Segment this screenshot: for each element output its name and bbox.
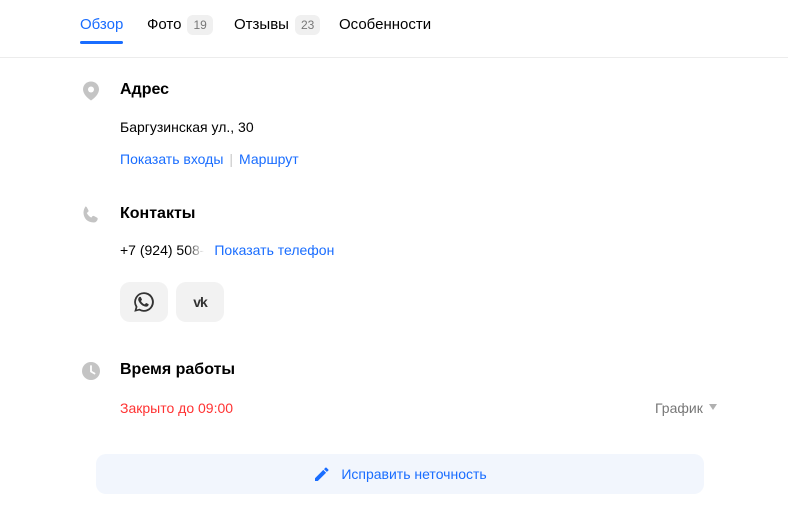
tab-reviews[interactable]: Отзывы 23: [234, 15, 321, 45]
tab-features-label: Особенности: [339, 16, 432, 34]
phone-row: +7 (924) 508- Показать телефон: [120, 241, 334, 259]
tab-features[interactable]: Особенности: [339, 15, 431, 45]
chevron-down-icon: [708, 404, 717, 410]
address-value: Баргузинская ул., 30: [120, 119, 254, 135]
hours-status: Закрыто до 09:00: [120, 400, 234, 416]
phone-number-partial: +7 (924) 508-: [120, 241, 205, 259]
location-pin-icon: [83, 81, 99, 101]
whatsapp-button[interactable]: [120, 282, 168, 322]
tab-overview[interactable]: Обзор: [80, 15, 124, 45]
tab-photos-label: Фото: [147, 16, 182, 34]
vk-icon: vk: [193, 294, 208, 310]
address-links: Показать входы | Маршрут: [120, 150, 299, 168]
tab-photos-count: 19: [187, 15, 213, 36]
schedule-dropdown[interactable]: График: [655, 399, 717, 417]
clock-icon: [82, 362, 100, 380]
fix-inaccuracy-button[interactable]: Исправить неточность: [96, 454, 704, 494]
tab-photos[interactable]: Фото 19: [147, 15, 213, 45]
show-entrances-link[interactable]: Показать входы: [120, 151, 223, 167]
contacts-title: Контакты: [120, 205, 196, 222]
address-title: Адрес: [120, 81, 170, 98]
vk-button[interactable]: vk: [176, 282, 224, 322]
pencil-icon: [315, 467, 329, 481]
tab-reviews-count: 23: [294, 15, 321, 36]
tab-bar: Обзор Фото 19 Отзывы 23 Особенности: [0, 0, 788, 58]
fix-inaccuracy-label: Исправить неточность: [341, 466, 487, 482]
hours-title: Время работы: [120, 361, 236, 378]
phone-icon: [83, 206, 98, 223]
whatsapp-icon: [134, 292, 154, 312]
tab-overview-label: Обзор: [80, 16, 124, 34]
tab-reviews-label: Отзывы: [234, 16, 289, 34]
show-phone-link[interactable]: Показать телефон: [214, 242, 334, 258]
route-link[interactable]: Маршрут: [239, 151, 299, 167]
schedule-label: График: [655, 400, 703, 416]
address-links-separator: |: [229, 151, 234, 167]
